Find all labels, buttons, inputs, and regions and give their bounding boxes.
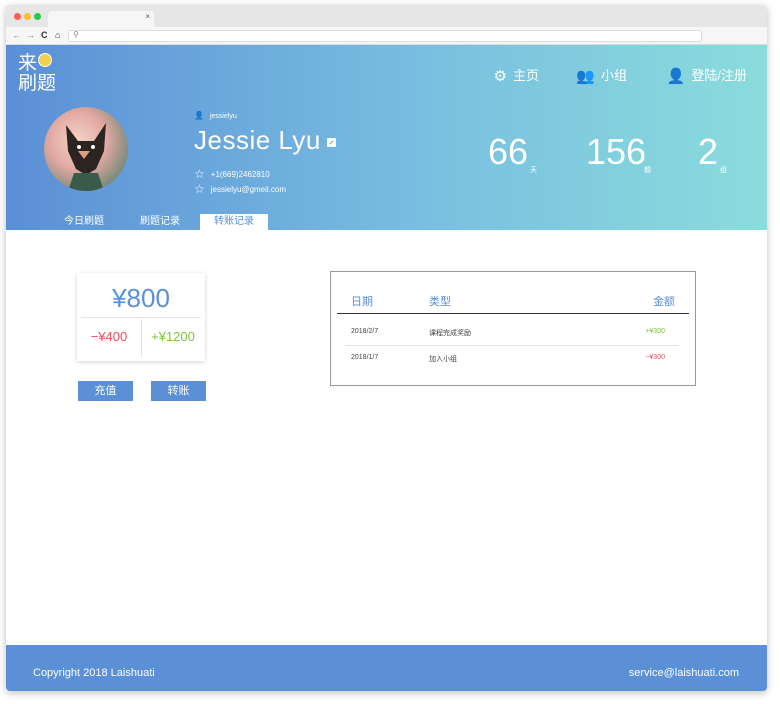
tab-transfers[interactable]: 转账记录 [200,214,268,230]
row-date: 2018/1/7 [351,354,379,361]
minimize-window-button[interactable] [24,13,31,20]
reload-icon[interactable]: C [41,30,48,40]
transfer-button[interactable]: 转账 [151,381,206,401]
nav-item-login[interactable]: 👤 登陆/注册 [667,65,747,85]
nav-label-groups: 小组 [600,68,627,83]
recharge-button[interactable]: 充值 [78,381,133,401]
avatar-illustration [66,123,106,191]
tab-history[interactable]: 刷题记录 [132,214,188,230]
back-arrow-icon[interactable]: ← [12,30,21,40]
column-header-type: 类型 [429,296,451,308]
address-bar[interactable]: ⚲ [68,30,702,42]
profile-email: ☆ jessielyu@gmeil.com [194,182,286,196]
star-icon: ☆ [194,182,205,196]
table-row[interactable]: 2018/1/7 加入小组 −¥300 [345,346,679,372]
table-row[interactable]: 2018/2/7 课程完成奖励 +¥300 [345,320,679,346]
gear-icon: ⚙ [493,68,507,85]
page-footer: Copyright 2018 Laishuati service@laishua… [6,645,767,691]
nav-item-home[interactable]: ⚙ 主页 [494,65,539,85]
profile-phone: ☆ +1(669)2462810 [194,167,270,181]
users-icon: 👥 [576,68,595,85]
balance-total: ¥800 [112,283,170,313]
forward-arrow-icon[interactable]: → [26,30,35,40]
site-logo[interactable]: 来 刷题 [18,53,56,94]
nav-label-login: 登陆/注册 [691,68,747,83]
footer-copyright: Copyright 2018 Laishuati [33,667,155,679]
avatar[interactable] [44,107,128,191]
row-type: 课程完成奖励 [429,330,471,337]
search-icon: ⚲ [73,30,79,39]
nav-item-groups[interactable]: 👥 小组 [576,65,627,85]
profile-header: 来 刷题 ⚙ 主页 👥 小组 👤 登陆/注册 👤 jessielyu Jessi… [6,45,767,230]
browser-tab[interactable]: × [48,11,154,27]
nav-label-home: 主页 [512,68,539,83]
browser-titlebar: × [6,5,767,27]
browser-toolbar: ← → C ⌂ ⚲ [6,27,767,45]
user-icon: 👤 [194,111,204,120]
stat-days: 66 天 [488,131,537,174]
profile-name: Jessie Lyu [194,125,336,156]
browser-window: × ← → C ⌂ ⚲ 来 刷题 ⚙ 主页 👥 小组 👤 登陆/注册 👤 jes… [6,5,767,691]
stat-groups-unit: 组 [720,167,727,174]
profile-email-text: jessielyu@gmeil.com [210,185,287,194]
profile-phone-text: +1(669)2462810 [210,170,270,179]
edit-icon[interactable] [326,138,336,147]
star-icon: ☆ [194,167,205,181]
profile-handle: 👤 jessielyu [194,111,237,120]
profile-name-text: Jessie Lyu [194,125,321,155]
stat-groups: 2 组 [698,131,727,174]
logo-text-line2: 刷题 [18,73,57,94]
column-header-amount: 金额 [653,296,675,308]
stat-questions-unit: 题 [644,167,651,174]
stat-questions: 156 题 [586,131,651,174]
logo-text-line1: 来 [18,53,38,74]
table-header: 日期 类型 金额 [337,272,689,314]
stat-groups-value: 2 [698,131,719,172]
balance-card: ¥800 −¥400 +¥1200 [77,273,205,361]
stat-days-value: 66 [488,131,529,172]
stat-days-unit: 天 [530,167,537,174]
logo-badge-icon [38,53,53,67]
row-date: 2018/2/7 [351,328,379,335]
balance-out: −¥400 [90,329,128,344]
maximize-window-button[interactable] [34,13,41,20]
footer-email-link[interactable]: service@laishuati.com [629,667,739,679]
row-amount: +¥300 [645,328,665,335]
balance-in: +¥1200 [151,329,195,344]
column-header-date: 日期 [351,296,373,308]
row-type: 加入小组 [429,356,457,363]
stat-questions-value: 156 [586,131,647,172]
home-icon[interactable]: ⌂ [55,30,60,40]
divider [81,317,201,318]
profile-handle-text: jessielyu [209,113,237,120]
row-amount: −¥300 [645,354,665,361]
transaction-table: 日期 类型 金额 2018/2/7 课程完成奖励 +¥300 2018/1/7 … [330,271,696,386]
tab-today[interactable]: 今日刷题 [56,214,112,230]
tab-close-icon[interactable]: × [145,12,150,21]
user-icon: 👤 [666,68,686,85]
profile-tabs: 今日刷题 刷题记录 转账记录 [6,214,767,230]
close-window-button[interactable] [14,13,21,20]
